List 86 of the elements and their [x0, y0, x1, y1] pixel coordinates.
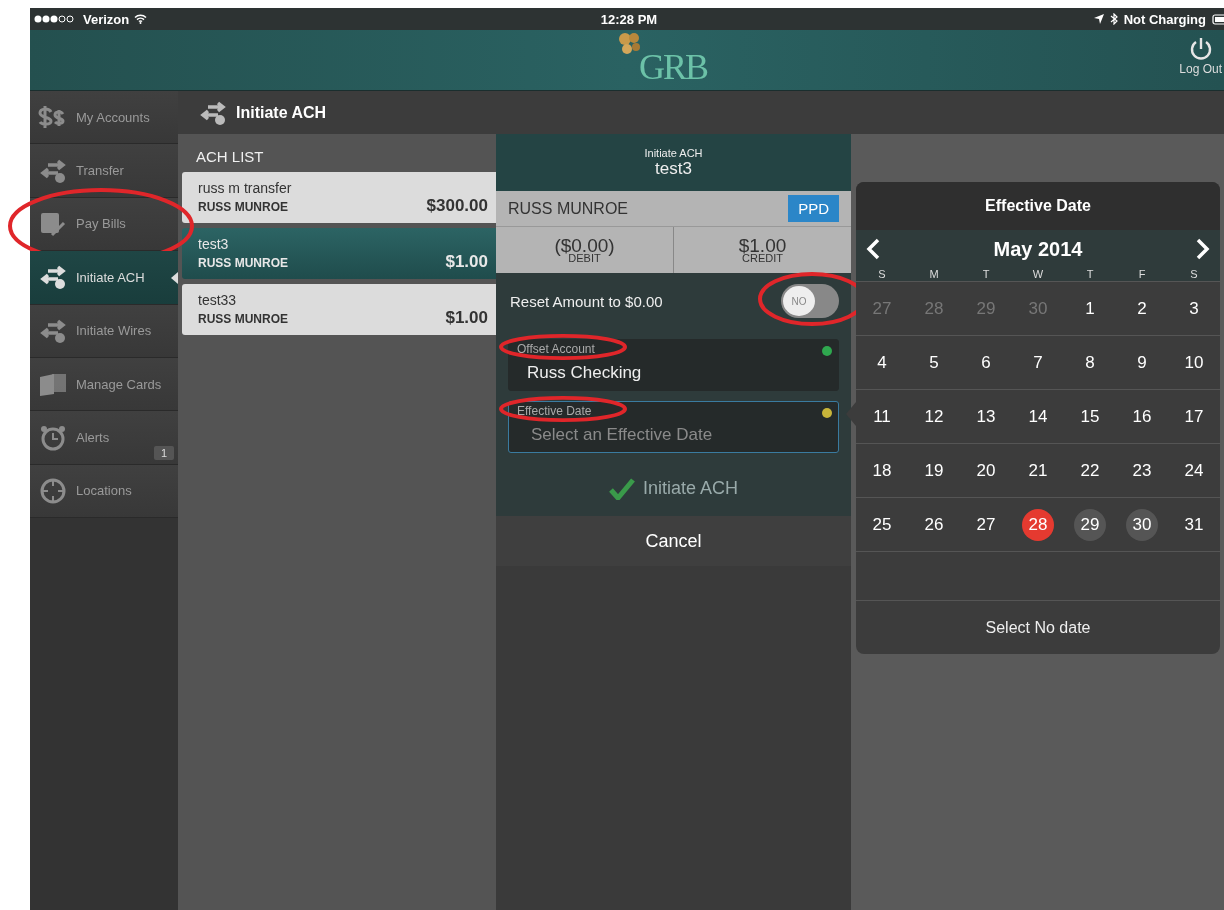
menu-item-icon — [38, 424, 68, 451]
list-heading: ACH LIST — [195, 148, 265, 165]
bank-logo-text: GRB — [639, 46, 707, 88]
calendar-day[interactable]: 20 — [970, 454, 1002, 487]
sidebar-item[interactable]: Transfer — [30, 144, 178, 198]
weekday-label: S — [877, 268, 887, 280]
calendar-day[interactable]: 11 — [866, 400, 898, 433]
ach-list-item[interactable]: russ m transfer RUSS MUNROE $300.00 — [182, 172, 496, 223]
form-field[interactable]: Offset Account Russ Checking — [508, 339, 839, 391]
calendar-day[interactable]: 18 — [866, 454, 898, 487]
calendar-day[interactable]: 31 — [1178, 508, 1210, 541]
cancel-button[interactable]: Cancel — [496, 516, 851, 566]
sidebar-item[interactable]: Manage Cards — [30, 357, 178, 412]
calendar-day[interactable]: 12 — [918, 400, 950, 433]
calendar-day[interactable]: 3 — [1178, 292, 1210, 325]
calendar-day[interactable]: 16 — [1126, 400, 1158, 433]
menu-item-icon — [38, 210, 68, 237]
carrier-name: Verizon — [83, 11, 130, 27]
calendar-day[interactable]: 23 — [1126, 454, 1158, 487]
weekday-label: S — [1189, 268, 1199, 280]
page-title: Initiate ACH — [236, 103, 327, 122]
sidebar-item[interactable]: Initiate ACH — [30, 251, 178, 305]
sidebar-item[interactable]: Alerts 1 — [30, 411, 178, 465]
logout-button[interactable]: Log Out — [1177, 36, 1224, 76]
reset-label: Reset Amount to $0.00 — [510, 292, 663, 310]
calendar-day[interactable]: 17 — [1178, 400, 1210, 433]
ach-list-item[interactable]: test33 RUSS MUNROE $1.00 — [182, 284, 496, 335]
calendar-day[interactable]: 30 — [1126, 508, 1158, 541]
menu-item-icon — [38, 317, 68, 344]
menu-item-icon — [38, 157, 68, 184]
weekday-label: M — [928, 268, 940, 280]
calendar-day[interactable]: 5 — [918, 346, 950, 379]
sidebar-item[interactable]: My Accounts — [30, 91, 178, 145]
menu-item-icon — [38, 264, 68, 291]
payee-name: RUSS MUNROE — [508, 199, 628, 218]
calendar-day[interactable]: 27 — [970, 508, 1002, 541]
calendar-day[interactable]: 24 — [1178, 454, 1210, 487]
previous-month-icon[interactable] — [866, 238, 880, 260]
transfer-arrows-icon — [198, 99, 228, 126]
debit-amount: ($0.00) DEBIT — [553, 233, 616, 266]
calendar-day[interactable]: 2 — [1126, 292, 1158, 325]
weekday-label: T — [981, 268, 991, 280]
calendar-day[interactable]: 1 — [1074, 292, 1106, 325]
calendar-day[interactable]: 29 — [1074, 508, 1106, 541]
calendar-day[interactable]: 7 — [1022, 346, 1054, 379]
calendar-day[interactable]: 26 — [918, 508, 950, 541]
menu-item-icon — [38, 477, 68, 504]
battery-status: Not Charging — [1123, 11, 1206, 27]
menu-item-icon — [38, 371, 68, 398]
clock-time: 12:28 PM — [600, 11, 658, 27]
select-no-date-button[interactable]: Select No date — [856, 600, 1220, 654]
calendar-day[interactable]: 13 — [970, 400, 1002, 433]
battery-icon — [1212, 13, 1224, 25]
calendar-day[interactable]: 25 — [866, 508, 898, 541]
calendar-day[interactable]: 10 — [1178, 346, 1210, 379]
calendar-day[interactable]: 8 — [1074, 346, 1106, 379]
count-badge: 1 — [153, 445, 174, 460]
sidebar-item[interactable]: Initiate Wires — [30, 304, 178, 358]
calendar-day[interactable]: 14 — [1022, 400, 1054, 433]
sidebar-item[interactable]: Pay Bills — [30, 197, 178, 252]
calendar-day[interactable]: 9 — [1126, 346, 1158, 379]
calendar-day[interactable]: 19 — [918, 454, 950, 487]
calendar-day[interactable]: 28 — [1022, 508, 1054, 541]
bluetooth-icon — [1109, 13, 1118, 25]
form-field[interactable]: Effective Date Select an Effective Date — [508, 401, 839, 453]
calendar-day[interactable]: 4 — [866, 346, 898, 379]
calendar-day[interactable]: 22 — [1074, 454, 1106, 487]
weekday-label: T — [1085, 268, 1095, 280]
weekday-label: F — [1137, 268, 1147, 280]
location-arrow-icon — [1093, 14, 1104, 24]
calendar-day[interactable]: 15 — [1074, 400, 1106, 433]
flower-logo-icon — [617, 32, 643, 56]
ach-list-item[interactable]: test3 RUSS MUNROE $1.00 — [182, 228, 496, 279]
initiate-ach-button[interactable]: Initiate ACH — [496, 461, 851, 516]
weekday-label: W — [1031, 268, 1045, 280]
next-month-icon[interactable] — [1196, 238, 1210, 260]
month-title: May 2014 — [993, 237, 1083, 261]
sidebar-item[interactable]: Locations — [30, 464, 178, 519]
wifi-icon — [134, 14, 148, 24]
form-title: test3 — [655, 158, 692, 179]
type-badge: PPD — [788, 195, 839, 222]
calendar-day[interactable]: 21 — [1022, 454, 1054, 487]
calendar-day[interactable]: 6 — [970, 346, 1002, 379]
form-subtitle: Initiate ACH — [644, 146, 703, 159]
popover-title: Effective Date — [856, 182, 1220, 230]
checkmark-icon — [608, 477, 635, 500]
